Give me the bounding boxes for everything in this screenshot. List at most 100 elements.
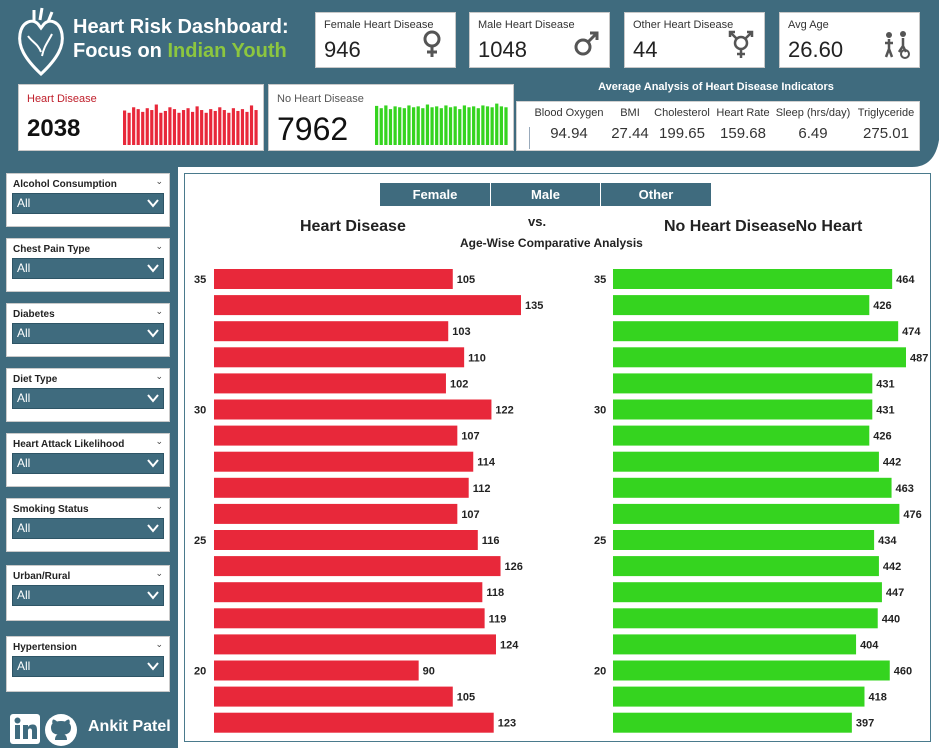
title-highlight: Indian Youth bbox=[167, 40, 287, 62]
kpi-label: Avg Age bbox=[788, 19, 829, 31]
other-heart-disease-card[interactable]: Other Heart Disease 44 bbox=[624, 12, 765, 68]
chevron-down-icon[interactable]: ⌄ bbox=[155, 306, 163, 317]
male-heart-disease-card[interactable]: Male Heart Disease 1048 bbox=[469, 12, 610, 68]
chart-bar[interactable] bbox=[214, 530, 478, 550]
slicer-dropdown[interactable]: All bbox=[12, 656, 164, 677]
chevron-down-icon[interactable]: ⌄ bbox=[155, 639, 163, 650]
chart-bar[interactable] bbox=[613, 712, 852, 733]
sparkline-bar bbox=[416, 106, 420, 145]
chart-bar[interactable] bbox=[214, 399, 492, 420]
chart-bar[interactable] bbox=[613, 686, 865, 707]
chart-bar[interactable] bbox=[613, 295, 870, 316]
slicer-diabetes[interactable]: Diabetes ⌄ All bbox=[6, 303, 170, 357]
heart-disease-card[interactable]: Heart Disease 2038 bbox=[18, 84, 264, 151]
chevron-down-icon[interactable]: ⌄ bbox=[155, 568, 163, 579]
sparkline-bar bbox=[485, 106, 490, 145]
chart-bar[interactable] bbox=[613, 608, 878, 629]
chart-bar[interactable] bbox=[214, 425, 458, 446]
slicer-alcohol-consumption[interactable]: Alcohol Consumption ⌄ All bbox=[6, 173, 170, 227]
female-heart-disease-card[interactable]: Female Heart Disease 946 bbox=[315, 12, 456, 68]
slicer-smoking-status[interactable]: Smoking Status ⌄ All bbox=[6, 498, 170, 552]
axis-tick-label: 35 bbox=[594, 274, 606, 286]
indicator-label: Heart Rate bbox=[716, 107, 770, 119]
chart-bar[interactable] bbox=[214, 556, 501, 577]
chart-bar[interactable] bbox=[214, 686, 453, 707]
slicer-chest-pain-type[interactable]: Chest Pain Type ⌄ All bbox=[6, 238, 170, 292]
tab-female[interactable]: Female bbox=[380, 183, 490, 206]
slicer-dropdown[interactable]: All bbox=[12, 193, 164, 214]
linkedin-icon[interactable] bbox=[10, 714, 42, 744]
header-wave-decoration bbox=[512, 140, 939, 170]
data-label: 460 bbox=[894, 666, 912, 678]
chart-bar[interactable] bbox=[214, 347, 465, 368]
slicer-dropdown[interactable]: All bbox=[12, 585, 164, 606]
chart-bar[interactable] bbox=[214, 712, 494, 733]
chart-bar[interactable] bbox=[214, 451, 474, 472]
github-icon[interactable] bbox=[44, 713, 78, 747]
slicer-dropdown[interactable]: All bbox=[12, 258, 164, 279]
chart-bar[interactable] bbox=[613, 373, 873, 394]
chart-bar[interactable] bbox=[214, 634, 496, 655]
indicator-cholesterol: Cholesterol 199.65 bbox=[651, 102, 713, 142]
no-heart-disease-card[interactable]: No Heart Disease 7962 bbox=[268, 84, 514, 151]
slicer-diet-type[interactable]: Diet Type ⌄ All bbox=[6, 368, 170, 422]
slicer-label: Alcohol Consumption bbox=[13, 179, 117, 190]
chevron-down-icon bbox=[147, 394, 159, 403]
chart-bar[interactable] bbox=[613, 634, 857, 655]
chevron-down-icon[interactable]: ⌄ bbox=[155, 501, 163, 512]
slicer-heart-attack-likelihood[interactable]: Heart Attack Likelihood ⌄ All bbox=[6, 433, 170, 487]
chevron-down-icon[interactable]: ⌄ bbox=[155, 371, 163, 382]
chart-bar[interactable] bbox=[613, 269, 893, 289]
slicer-label: Smoking Status bbox=[13, 504, 89, 515]
chart-bar[interactable] bbox=[214, 608, 485, 629]
chart-bar[interactable] bbox=[214, 660, 419, 681]
chart-bar[interactable] bbox=[613, 556, 879, 577]
chart-bar[interactable] bbox=[214, 269, 453, 289]
chart-bar[interactable] bbox=[613, 451, 879, 472]
chart-bar[interactable] bbox=[613, 399, 873, 420]
heart-disease-chart-title: Heart Disease bbox=[300, 218, 406, 235]
chart-bar[interactable] bbox=[613, 477, 892, 498]
axis-tick-label: 20 bbox=[594, 666, 606, 678]
tab-other[interactable]: Other bbox=[601, 183, 711, 206]
slicer-hypertension[interactable]: Hypertension ⌄ All bbox=[6, 636, 170, 692]
kpi-label: Male Heart Disease bbox=[478, 19, 575, 31]
tab-male[interactable]: Male bbox=[491, 183, 600, 206]
sparkline-bar bbox=[407, 105, 411, 145]
slicer-urban-rural[interactable]: Urban/Rural ⌄ All bbox=[6, 565, 170, 621]
chart-bar[interactable] bbox=[214, 582, 483, 603]
chart-bar[interactable] bbox=[214, 321, 449, 342]
avg-age-card[interactable]: Avg Age 26.60 bbox=[779, 12, 920, 68]
chevron-down-icon[interactable]: ⌄ bbox=[155, 436, 163, 447]
slicer-dropdown[interactable]: All bbox=[12, 388, 164, 409]
data-label: 474 bbox=[902, 326, 921, 338]
kpi-value: 2038 bbox=[27, 115, 81, 142]
chevron-down-icon bbox=[147, 524, 159, 533]
sparkline-bar bbox=[430, 107, 434, 145]
chart-bar[interactable] bbox=[214, 477, 469, 498]
chart-bar[interactable] bbox=[613, 425, 870, 446]
chart-bar[interactable] bbox=[613, 321, 899, 342]
sparkline-bar bbox=[462, 105, 467, 145]
sparkline-bar bbox=[495, 103, 499, 145]
chart-bar[interactable] bbox=[613, 347, 906, 368]
data-label: 404 bbox=[860, 639, 879, 651]
sparkline-bar bbox=[448, 107, 453, 145]
sparkline-bar bbox=[163, 110, 167, 145]
chart-bar[interactable] bbox=[214, 373, 446, 394]
chart-bar[interactable] bbox=[214, 295, 521, 316]
no-heart-disease-chart-title: No Heart DiseaseNo Heart bbox=[664, 218, 863, 235]
slicer-dropdown[interactable]: All bbox=[12, 518, 164, 539]
chart-bar[interactable] bbox=[613, 660, 890, 681]
chart-bar[interactable] bbox=[613, 582, 882, 603]
sparkline-bar bbox=[172, 109, 177, 145]
slicer-dropdown[interactable]: All bbox=[12, 323, 164, 344]
chevron-down-icon[interactable]: ⌄ bbox=[155, 241, 163, 252]
slicer-dropdown[interactable]: All bbox=[12, 453, 164, 474]
data-label: 463 bbox=[896, 483, 914, 495]
sparkline-bar bbox=[195, 106, 199, 145]
chart-bar[interactable] bbox=[214, 503, 458, 524]
chart-bar[interactable] bbox=[613, 530, 875, 550]
chart-bar[interactable] bbox=[613, 503, 900, 524]
chevron-down-icon[interactable]: ⌄ bbox=[155, 176, 163, 187]
